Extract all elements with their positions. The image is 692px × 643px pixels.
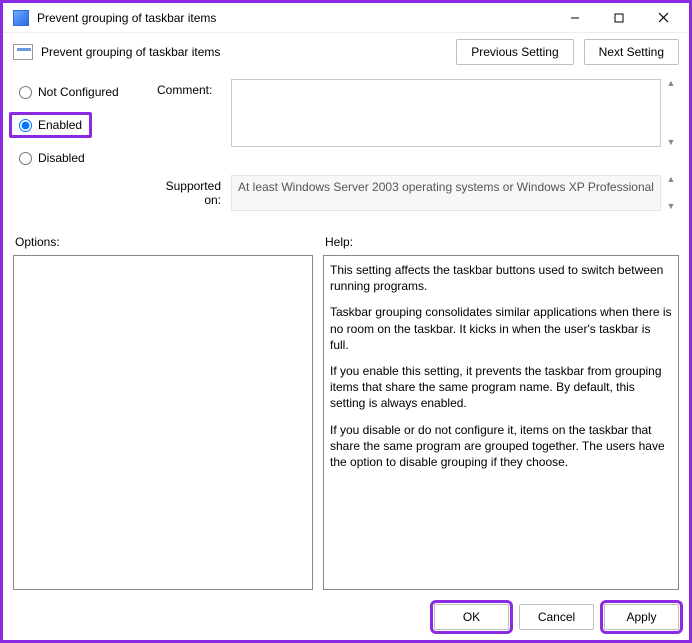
- scroll-up-icon: ▲: [667, 79, 676, 88]
- state-radio-group: Not Configured Enabled Disabled: [13, 79, 153, 167]
- scroll-down-icon: ▼: [667, 138, 676, 147]
- policy-title: Prevent grouping of taskbar items: [41, 45, 456, 59]
- help-label: Help:: [325, 235, 679, 249]
- app-icon: [13, 10, 29, 26]
- comment-label: Comment:: [157, 79, 227, 97]
- window-frame: Prevent grouping of taskbar items Preven…: [0, 0, 692, 643]
- pane-labels: Options: Help:: [13, 235, 679, 249]
- ok-button[interactable]: OK: [434, 604, 509, 630]
- previous-setting-button[interactable]: Previous Setting: [456, 39, 573, 65]
- help-paragraph: Taskbar grouping consolidates similar ap…: [330, 304, 672, 353]
- window-title: Prevent grouping of taskbar items: [37, 11, 553, 25]
- panes: This setting affects the taskbar buttons…: [13, 255, 679, 590]
- radio-enabled-input[interactable]: [19, 119, 32, 132]
- content-area: Prevent grouping of taskbar items Previo…: [3, 33, 689, 640]
- help-paragraph: If you disable or do not configure it, i…: [330, 422, 672, 471]
- options-pane[interactable]: [13, 255, 313, 590]
- upper-grid: Not Configured Enabled Disabled Comment:: [13, 79, 679, 167]
- comment-scroll[interactable]: ▲ ▼: [663, 79, 679, 147]
- close-button[interactable]: [641, 4, 685, 32]
- apply-button[interactable]: Apply: [604, 604, 679, 630]
- minimize-button[interactable]: [553, 4, 597, 32]
- footer-buttons: OK Cancel Apply: [13, 590, 679, 630]
- options-label: Options:: [15, 235, 315, 249]
- radio-disabled-input[interactable]: [19, 152, 32, 165]
- radio-enabled[interactable]: Enabled: [15, 116, 86, 134]
- maximize-button[interactable]: [597, 4, 641, 32]
- header-row: Prevent grouping of taskbar items Previo…: [13, 39, 679, 65]
- titlebar: Prevent grouping of taskbar items: [3, 3, 689, 33]
- close-icon: [658, 12, 669, 23]
- comment-input[interactable]: [231, 79, 661, 147]
- radio-not-configured[interactable]: Not Configured: [15, 83, 153, 101]
- supported-scroll[interactable]: ▲ ▼: [663, 175, 679, 211]
- next-setting-button[interactable]: Next Setting: [584, 39, 679, 65]
- maximize-icon: [614, 13, 624, 23]
- radio-disabled-label: Disabled: [38, 151, 85, 165]
- scroll-up-icon: ▲: [667, 175, 676, 184]
- help-paragraph: This setting affects the taskbar buttons…: [330, 262, 672, 294]
- supported-value: At least Windows Server 2003 operating s…: [231, 175, 661, 211]
- scroll-down-icon: ▼: [667, 202, 676, 211]
- supported-row: Supported on: At least Windows Server 20…: [13, 175, 679, 211]
- radio-disabled[interactable]: Disabled: [15, 149, 153, 167]
- radio-enabled-label: Enabled: [38, 118, 82, 132]
- highlight-enabled: Enabled: [9, 112, 92, 138]
- cancel-button[interactable]: Cancel: [519, 604, 594, 630]
- supported-label: Supported on:: [157, 175, 227, 207]
- policy-icon: [13, 44, 33, 60]
- help-paragraph: If you enable this setting, it prevents …: [330, 363, 672, 412]
- radio-not-configured-input[interactable]: [19, 86, 32, 99]
- help-pane[interactable]: This setting affects the taskbar buttons…: [323, 255, 679, 590]
- radio-not-configured-label: Not Configured: [38, 85, 119, 99]
- minimize-icon: [570, 13, 580, 23]
